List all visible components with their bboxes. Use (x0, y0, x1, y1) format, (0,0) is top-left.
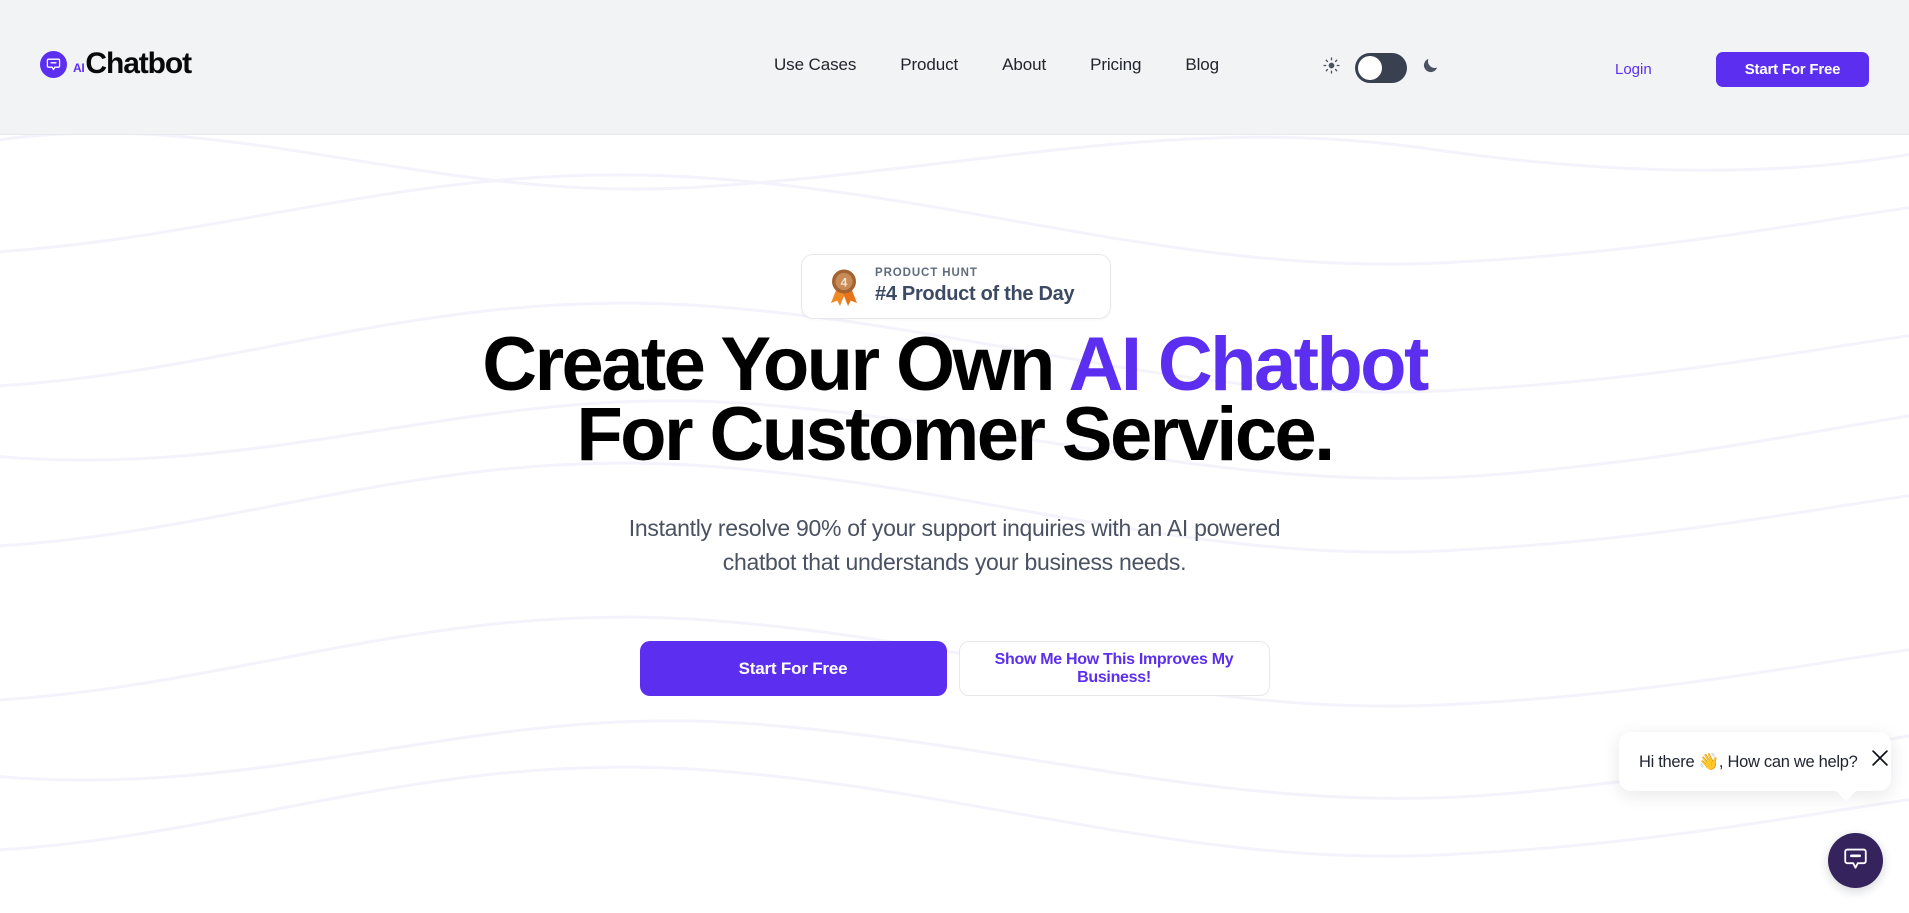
chat-bubble-icon (40, 50, 67, 78)
hero-cta-row: Start For Free Show Me How This Improves… (639, 641, 1270, 696)
logo-ai-text: AI (73, 61, 85, 75)
product-hunt-label: PRODUCT HUNT (875, 267, 978, 279)
chat-launcher-button[interactable] (1828, 833, 1883, 888)
page-title: Create Your Own AI Chatbot For Customer … (0, 327, 1909, 477)
login-link[interactable]: Login (1615, 61, 1652, 78)
nav-item-about[interactable]: About (980, 55, 1068, 75)
moon-icon[interactable] (1421, 56, 1440, 80)
nav-item-use-cases[interactable]: Use Cases (752, 55, 878, 75)
header-start-for-free-button[interactable]: Start For Free (1716, 52, 1869, 87)
headline-line2: For Customer Service. (576, 392, 1335, 477)
nav-item-blog[interactable]: Blog (1163, 55, 1241, 75)
hero-show-me-how-button[interactable]: Show Me How This Improves My Business! (958, 641, 1270, 696)
theme-switcher (1322, 53, 1440, 83)
product-hunt-badge[interactable]: 4 PRODUCT HUNT #4 Product of the Day (801, 254, 1111, 319)
theme-toggle-knob (1358, 56, 1382, 80)
chat-greeting-text: Hi there 👋, How can we help? (1639, 753, 1858, 771)
hero-section: 4 PRODUCT HUNT #4 Product of the Day Cre… (0, 135, 1909, 913)
chat-bubble-icon (1841, 844, 1870, 878)
logo-name: Chatbot (85, 47, 192, 80)
chat-greeting-bubble[interactable]: Hi there 👋, How can we help? (1619, 732, 1891, 801)
close-icon[interactable] (1869, 747, 1891, 769)
medal-icon: 4 (827, 267, 861, 307)
hero-subheadline: Instantly resolve 90% of your support in… (628, 515, 1281, 575)
hero-start-for-free-button[interactable]: Start For Free (639, 641, 947, 696)
theme-toggle[interactable] (1355, 53, 1407, 83)
site-header: AI Chatbot Use Cases Product About Prici… (0, 0, 1909, 135)
product-hunt-title: #4 Product of the Day (875, 283, 1075, 305)
logo[interactable]: AI Chatbot (40, 47, 192, 81)
primary-nav: Use Cases Product About Pricing Blog (752, 55, 1241, 75)
svg-text:4: 4 (841, 275, 848, 289)
nav-item-pricing[interactable]: Pricing (1068, 55, 1163, 75)
sun-icon[interactable] (1322, 56, 1341, 80)
nav-item-product[interactable]: Product (878, 55, 980, 75)
